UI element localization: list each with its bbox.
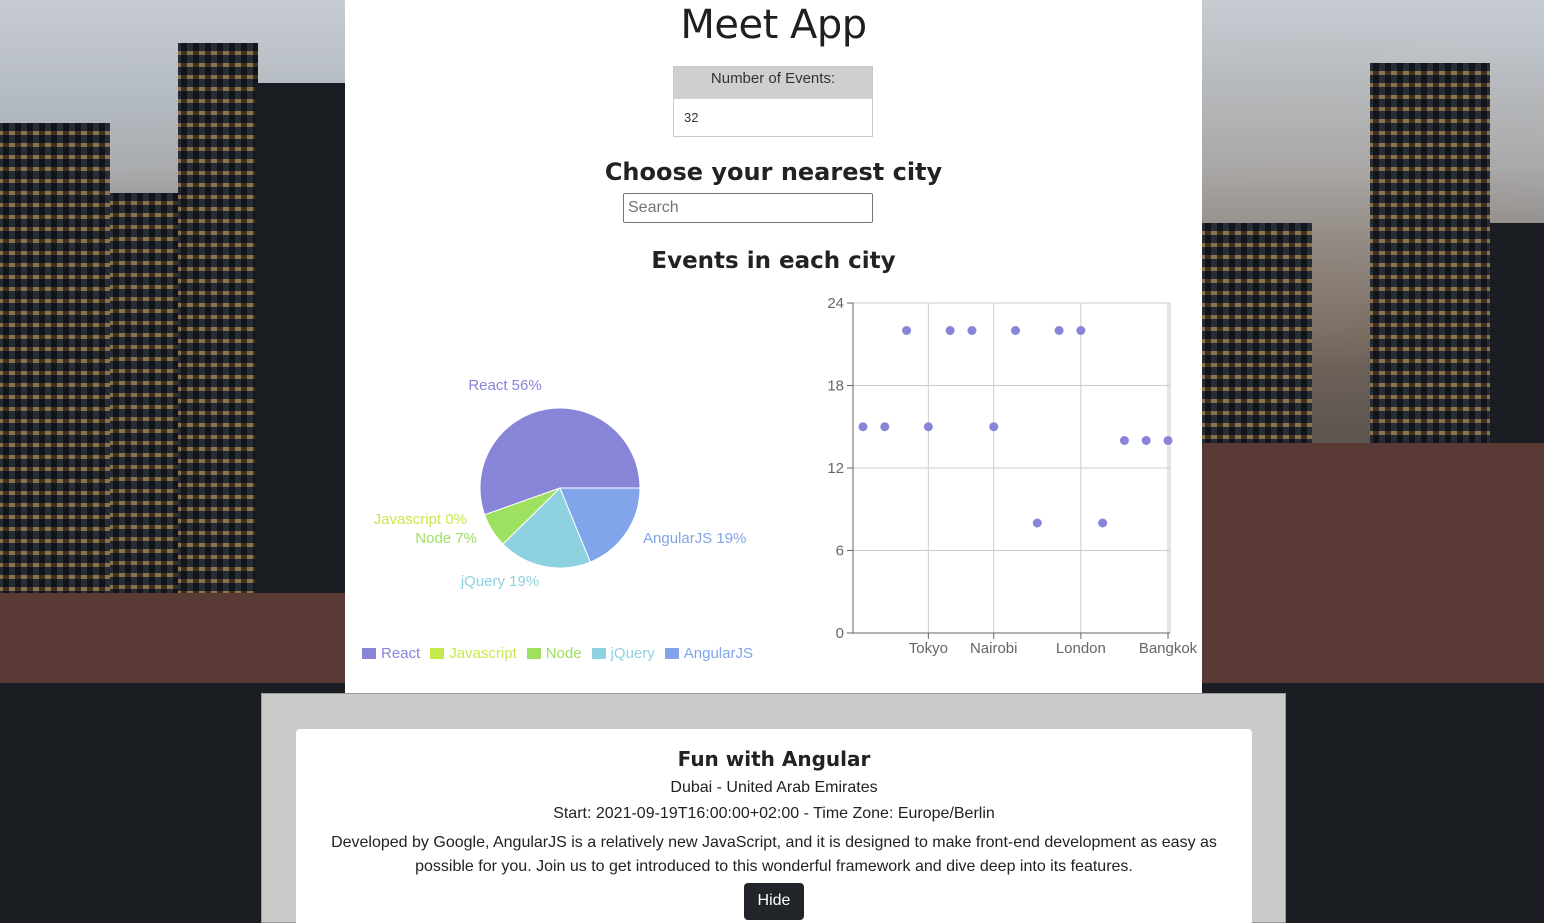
scatter-point — [923, 422, 933, 432]
legend-label: Node — [545, 645, 582, 662]
scatter-point — [880, 422, 890, 432]
x-tick-label: Bangkok — [1139, 640, 1198, 657]
y-tick-label: 6 — [836, 543, 844, 560]
legend-swatch — [430, 648, 445, 659]
x-tick-label: London — [1056, 640, 1106, 657]
pie-legend: React Javascript Node jQuery AngularJS — [362, 645, 753, 662]
app-title: Meet App — [680, 2, 867, 48]
legend-label: AngularJS — [683, 645, 753, 662]
event-description: Developed by Google, AngularJS is a rela… — [331, 834, 1217, 875]
main-panel: Meet App Number of Events: Choose your n… — [345, 0, 1202, 693]
legend-label: Javascript — [449, 645, 517, 662]
event-card: Fun with Angular Dubai - United Arab Emi… — [296, 729, 1252, 923]
legend-label: React — [381, 645, 421, 662]
y-tick-label: 24 — [827, 295, 844, 312]
legend-item-react: React — [362, 645, 420, 662]
scatter-point — [858, 422, 868, 432]
legend-item-node: Node — [526, 645, 582, 662]
x-tick-label: Nairobi — [970, 640, 1018, 657]
x-tick-label: Tokyo — [909, 640, 948, 657]
legend-item-angularjs: AngularJS — [664, 645, 753, 662]
number-of-events-label: Number of Events: — [674, 67, 872, 99]
city-search-title: Choose your nearest city — [604, 158, 943, 186]
scatter-point — [989, 422, 999, 432]
pie-label-jquery: jQuery 19% — [460, 573, 539, 590]
legend-swatch — [591, 648, 606, 659]
scatter-point — [1163, 436, 1173, 445]
scatter-point — [1141, 436, 1151, 445]
y-tick-label: 12 — [827, 460, 844, 477]
legend-item-jquery: jQuery — [591, 645, 655, 662]
legend-swatch — [526, 648, 541, 659]
y-tick-label: 0 — [836, 625, 844, 642]
scatter-point — [1076, 326, 1086, 335]
legend-swatch — [664, 648, 679, 659]
legend-item-javascript: Javascript — [430, 645, 517, 662]
genre-pie-chart: React 56% Javascript 0% Node 7% jQuery 19% A… — [374, 377, 747, 590]
pie-label-node: Node 7% — [415, 530, 477, 547]
event-start: Start: 2021-09-19T16:00:00+02:00 - Time … — [553, 805, 995, 822]
scatter-point — [1032, 518, 1042, 528]
y-tick-label: 18 — [827, 378, 844, 395]
scatter-point — [1098, 518, 1108, 528]
scatter-point — [945, 326, 955, 335]
pie-label-javascript: Javascript 0% — [374, 511, 467, 528]
events-scatter-chart: 0 6 12 18 24 Tokyo Nairobi London Bangkok — [827, 295, 1198, 657]
event-location: Dubai - United Arab Emirates — [670, 779, 878, 796]
scatter-point — [1054, 326, 1064, 335]
scatter-point — [1011, 326, 1020, 335]
city-search-input[interactable] — [623, 193, 873, 223]
scatter-point — [902, 326, 912, 335]
pie-label-react: React 56% — [468, 377, 541, 394]
charts-title: Events in each city — [651, 248, 896, 274]
pie-label-angularjs: AngularJS 19% — [643, 530, 746, 547]
legend-swatch — [362, 648, 376, 659]
legend-label: jQuery — [610, 645, 655, 662]
number-of-events-input[interactable] — [674, 99, 872, 136]
event-list: Fun with Angular Dubai - United Arab Emi… — [261, 693, 1286, 923]
event-name: Fun with Angular — [677, 747, 871, 771]
number-of-events: Number of Events: — [673, 66, 873, 137]
scatter-point — [967, 326, 977, 335]
scatter-point — [1119, 436, 1129, 445]
hide-details-button[interactable]: Hide — [743, 883, 805, 920]
